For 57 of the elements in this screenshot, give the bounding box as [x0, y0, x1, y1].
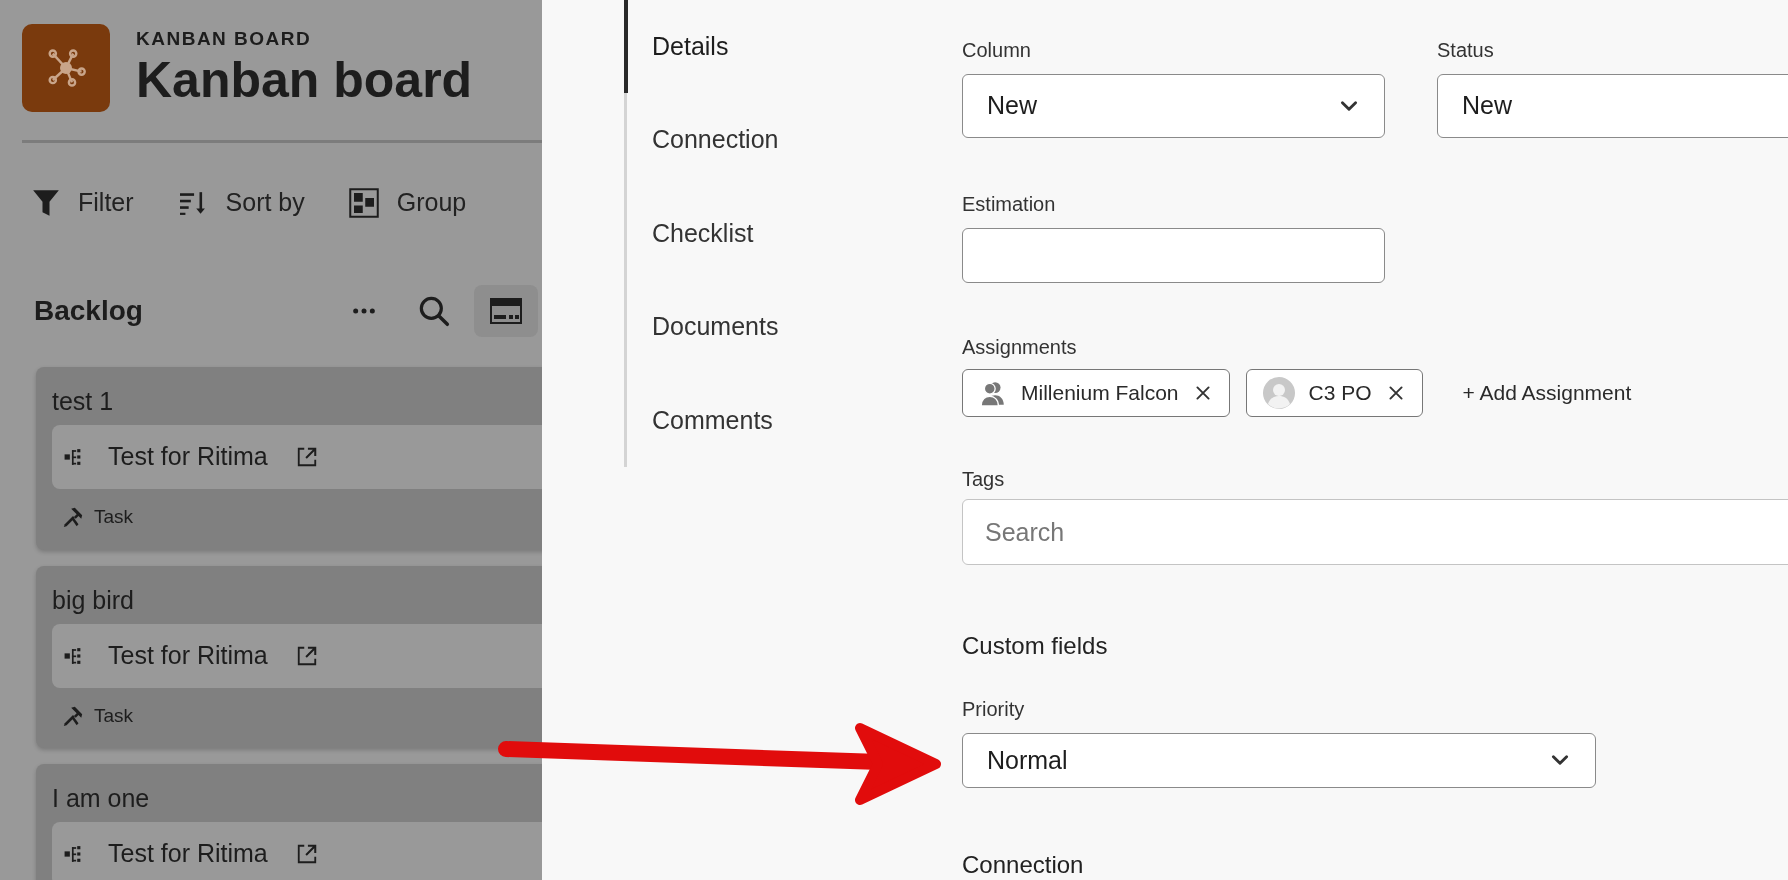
section-tab[interactable]: Connection: [624, 93, 962, 187]
dropdown[interactable]: New: [1437, 74, 1788, 138]
link-title: Test for Ritima: [108, 441, 268, 473]
card-title: I am one: [52, 783, 150, 814]
add-assignment-link[interactable]: + Add Assignment: [1462, 377, 1632, 409]
task-type-label: Task: [94, 505, 134, 529]
group-button[interactable]: Group: [348, 184, 467, 222]
tools-icon: [62, 506, 84, 529]
task-card[interactable]: I am one Test for Ritima: [36, 764, 542, 880]
assignee-chip[interactable]: C3 PO: [1245, 369, 1423, 418]
link-title: Test for Ritima: [108, 838, 268, 870]
grid-icon: [348, 188, 379, 218]
field-label: Priority: [962, 696, 1026, 721]
estimation-field[interactable]: [962, 228, 1385, 284]
external-link-icon: [295, 843, 318, 865]
task-card[interactable]: big bird Test for Ritima Task: [36, 565, 542, 748]
filter-button[interactable]: Filter: [32, 184, 134, 222]
tools-icon: [62, 704, 84, 727]
avatar-icon: [1262, 377, 1295, 410]
section-tab[interactable]: Documents: [624, 280, 962, 374]
page-title: Kanban board: [136, 51, 473, 109]
dropdown[interactable]: Normal: [962, 732, 1596, 788]
sort-icon: [177, 190, 208, 216]
link-title: Test for Ritima: [108, 639, 268, 671]
section-tab[interactable]: Comments: [624, 373, 962, 468]
linked-item[interactable]: Test for Ritima: [52, 623, 542, 688]
linked-item[interactable]: Test for Ritima: [52, 822, 542, 880]
field-label: Estimation: [962, 192, 1057, 216]
field-label: Column: [962, 38, 1032, 62]
dropdown[interactable]: New: [962, 74, 1385, 138]
sort-button[interactable]: Sort by: [177, 184, 305, 222]
external-link-icon: [295, 446, 318, 468]
field-label: Assignments: [962, 335, 1078, 360]
section-tab[interactable]: Checklist: [624, 186, 962, 281]
app-eyebrow: KANBAN BOARD: [136, 27, 313, 51]
task-type-label: Task: [94, 703, 134, 728]
section-heading: Connection: [962, 850, 1085, 880]
assignee-name: Millenium Falcon: [1021, 380, 1179, 407]
close-icon: [1194, 385, 1211, 402]
field-label: Tags: [962, 467, 1006, 492]
section-heading: Custom fields: [962, 630, 1109, 661]
card-title: test 1: [52, 386, 114, 417]
filter-icon: [32, 189, 60, 217]
people-icon: [979, 379, 1007, 408]
card-layout-icon: [490, 298, 522, 324]
column-title: Backlog: [34, 294, 144, 328]
linked-item[interactable]: Test for Ritima: [52, 425, 542, 489]
assignee-chip[interactable]: Millenium Falcon: [962, 369, 1230, 418]
field-label: Status: [1437, 38, 1495, 62]
tag-search-field[interactable]: Search: [962, 499, 1788, 565]
assignee-name: C3 PO: [1308, 380, 1372, 407]
search-icon: [418, 295, 450, 327]
external-link-icon: [295, 644, 318, 667]
card-title: big bird: [52, 584, 134, 616]
close-icon: [1387, 385, 1404, 402]
task-card[interactable]: test 1 Test for Ritima Task: [36, 367, 542, 550]
card-view-button[interactable]: [474, 285, 538, 337]
